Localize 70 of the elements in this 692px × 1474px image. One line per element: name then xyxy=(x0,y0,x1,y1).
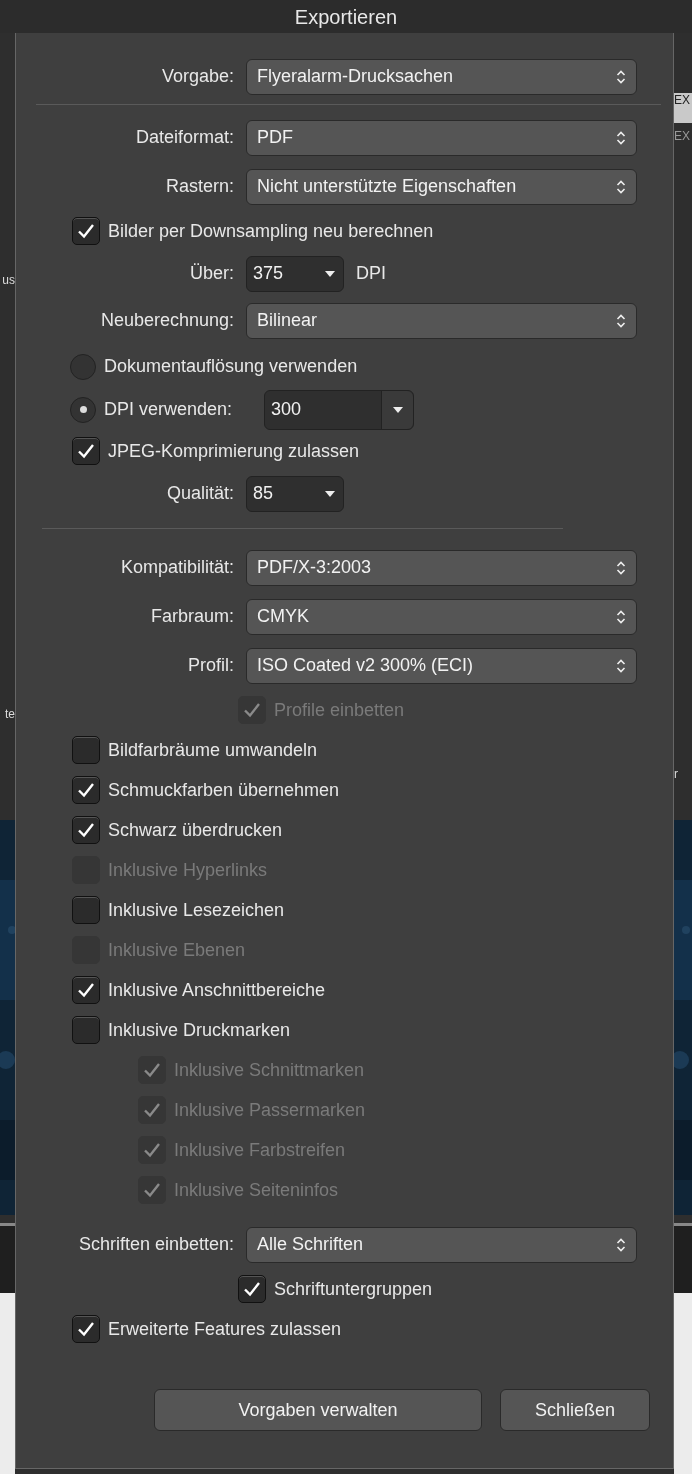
field-label: Qualität: xyxy=(165,482,234,505)
caret-icon xyxy=(325,489,335,498)
select-dropdown[interactable]: ISO Coated v2 300% (ECI) xyxy=(246,647,637,684)
check-icon xyxy=(243,702,261,718)
caret-icon xyxy=(392,405,403,414)
check-icon xyxy=(143,1142,161,1158)
checkbox[interactable] xyxy=(72,896,100,924)
unit-label: DPI xyxy=(356,262,386,285)
field-label: Vorgabe: xyxy=(160,65,234,88)
checkbox-label[interactable]: Schwarz überdrucken xyxy=(108,816,283,844)
background-text: te xyxy=(5,706,15,722)
background-text: us xyxy=(2,272,15,288)
check-icon xyxy=(143,1062,161,1078)
check-icon xyxy=(77,822,95,838)
check-icon xyxy=(143,1102,161,1118)
checkbox[interactable] xyxy=(72,217,100,245)
select-dropdown[interactable]: Flyeralarm-Drucksachen xyxy=(246,58,637,95)
field-label: Profil: xyxy=(187,654,234,677)
select-dropdown[interactable]: Nicht unterstützte Eigenschaften xyxy=(246,168,637,205)
check-icon xyxy=(77,782,95,798)
checkbox-label[interactable]: Inklusive Lesezeichen xyxy=(108,896,285,924)
combo-box[interactable]: 300 xyxy=(264,389,415,430)
checkbox-label[interactable]: Bilder per Downsampling neu berechnen xyxy=(108,217,434,245)
field-label: Dateiformat: xyxy=(134,126,234,149)
background-toolbar xyxy=(674,93,692,123)
checkbox[interactable] xyxy=(72,976,100,1004)
select-dropdown[interactable]: PDF/X-3:2003 xyxy=(246,549,637,586)
field-label: Über: xyxy=(189,262,234,285)
select-dropdown[interactable]: Bilinear xyxy=(246,302,637,339)
checkbox-label[interactable]: JPEG-Komprimierung zulassen xyxy=(108,437,360,465)
window-title: Exportieren xyxy=(294,4,398,30)
radio-button[interactable] xyxy=(70,396,96,423)
combo-box[interactable]: 85 xyxy=(246,475,344,512)
check-icon xyxy=(143,1182,161,1198)
checkbox-label[interactable]: Inklusive Druckmarken xyxy=(108,1016,291,1044)
check-icon xyxy=(243,1281,261,1297)
field-label: Neuberechnung: xyxy=(99,309,234,332)
checkbox[interactable] xyxy=(72,1016,100,1044)
combo-box[interactable]: 375 xyxy=(246,255,344,292)
select-dropdown[interactable]: Alle Schriften xyxy=(246,1226,637,1263)
checkbox-label[interactable]: Bildfarbräume umwandeln xyxy=(108,736,318,764)
checkbox[interactable] xyxy=(72,736,100,764)
background-text: EX xyxy=(674,92,690,108)
check-icon xyxy=(77,443,95,459)
radio-label[interactable]: DPI verwenden: xyxy=(104,396,233,423)
checkbox-label[interactable]: Schriftuntergruppen xyxy=(274,1275,433,1303)
checkbox-label[interactable]: Schmuckfarben übernehmen xyxy=(108,776,340,804)
field-label: Rastern: xyxy=(164,175,234,198)
caret-icon xyxy=(325,269,335,278)
background-text: EX xyxy=(674,128,690,144)
field-label: Schriften einbetten: xyxy=(77,1233,234,1256)
check-icon xyxy=(77,1321,95,1337)
background-text: r xyxy=(674,766,678,782)
check-icon xyxy=(77,982,95,998)
dialog-button[interactable]: Vorgaben verwalten xyxy=(154,1389,482,1431)
checkbox[interactable] xyxy=(72,776,100,804)
field-label: Farbraum: xyxy=(149,605,234,628)
checkbox[interactable] xyxy=(72,437,100,465)
radio-label[interactable]: Dokumentauflösung verwenden xyxy=(104,353,358,380)
checkbox-label[interactable]: Inklusive Anschnittbereiche xyxy=(108,976,326,1004)
checkbox[interactable] xyxy=(72,816,100,844)
checkbox[interactable] xyxy=(72,1315,100,1343)
check-icon xyxy=(77,223,95,239)
checkbox-label[interactable]: Erweiterte Features zulassen xyxy=(108,1315,342,1343)
field-label: Kompatibilität: xyxy=(119,556,234,579)
radio-button[interactable] xyxy=(70,353,96,380)
select-dropdown[interactable]: PDF xyxy=(246,119,637,156)
dialog-button[interactable]: Schließen xyxy=(500,1389,650,1431)
select-dropdown[interactable]: CMYK xyxy=(246,598,637,635)
checkbox[interactable] xyxy=(238,1275,266,1303)
